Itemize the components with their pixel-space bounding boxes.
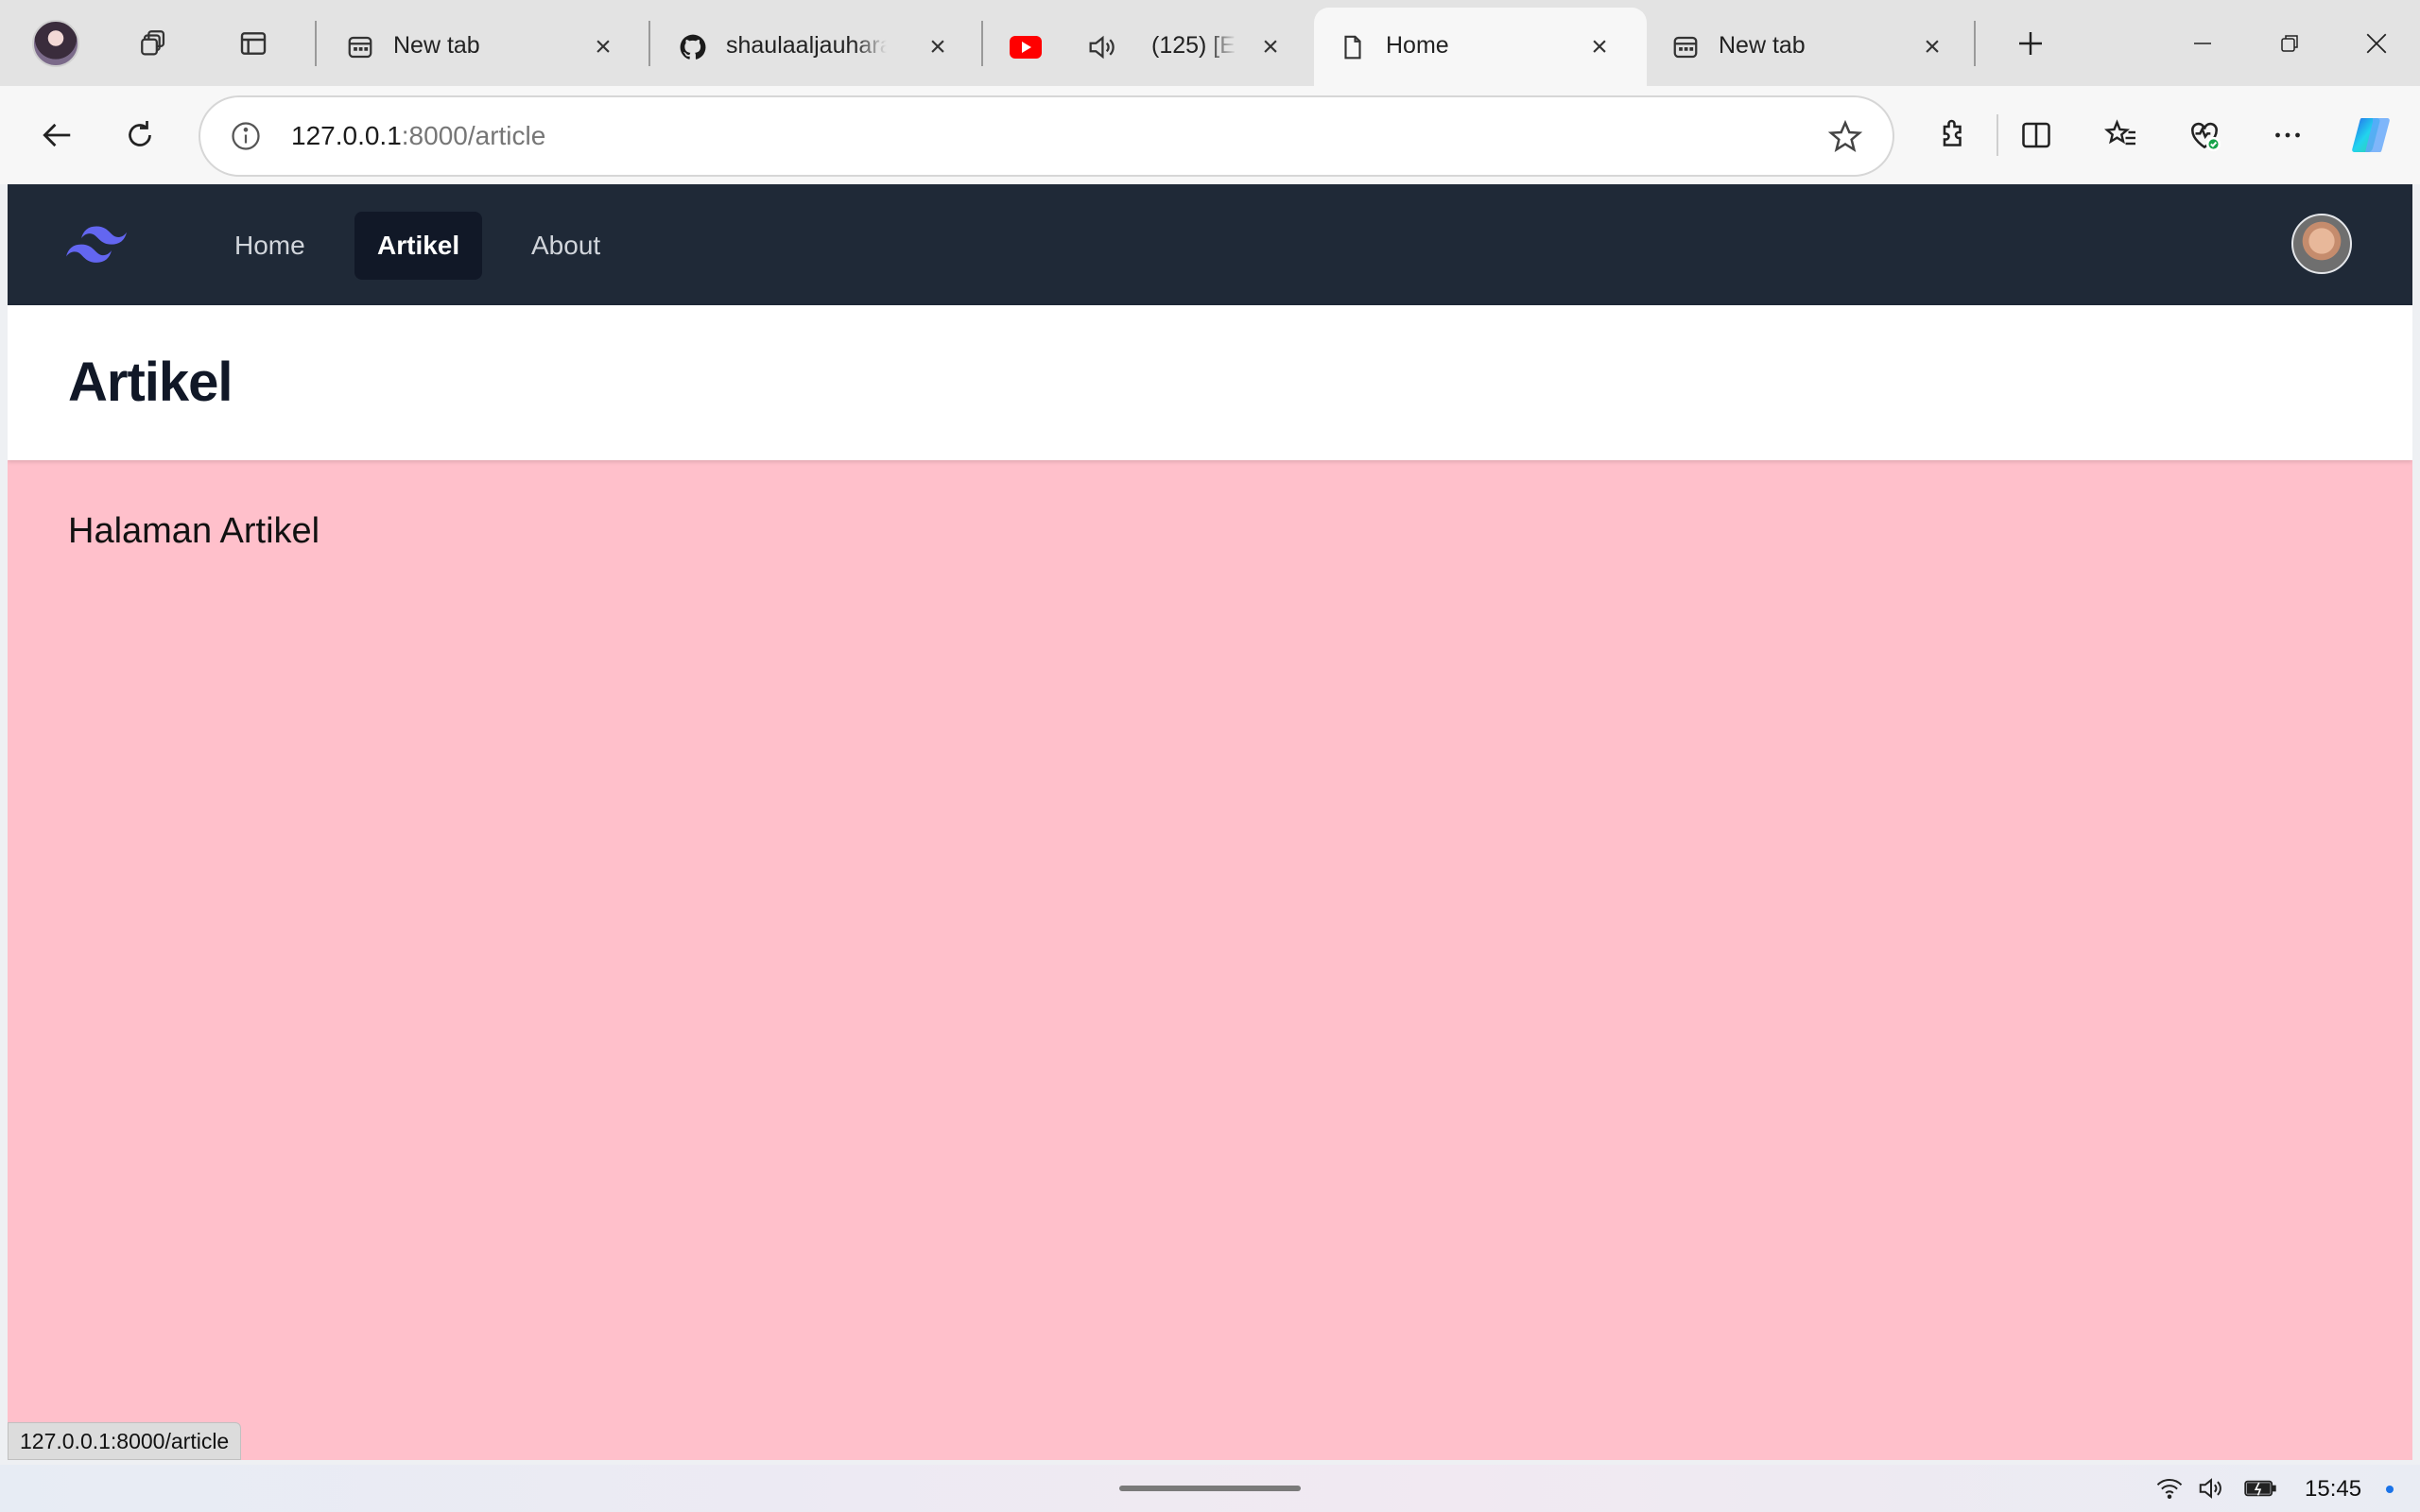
split-screen-icon[interactable]	[2014, 112, 2059, 158]
tab-label: (125) [E	[1151, 32, 1236, 59]
page-viewport: Home Artikel About Artikel Halaman Artik…	[8, 184, 2412, 1460]
vertical-tabs-icon[interactable]	[234, 25, 272, 62]
browser-toolbar: 127.0.0.1:8000/article	[0, 86, 2420, 184]
refresh-icon[interactable]	[117, 112, 163, 158]
browser-essentials-icon[interactable]	[2182, 112, 2227, 158]
tab-separator	[315, 21, 317, 66]
new-tab-page-icon	[344, 31, 376, 63]
extensions-icon[interactable]	[1930, 112, 1976, 158]
wifi-icon[interactable]	[2153, 1473, 2186, 1503]
tab-github[interactable]: shaulaaljauhara ×	[654, 8, 976, 86]
new-tab-page-icon	[1669, 31, 1702, 63]
taskbar-handle[interactable]	[1119, 1486, 1301, 1491]
copilot-icon[interactable]	[2348, 112, 2394, 158]
youtube-icon	[1010, 31, 1042, 63]
tailwind-logo-icon[interactable]	[66, 222, 127, 267]
link-status-bar: 127.0.0.1:8000/article	[8, 1422, 242, 1460]
url-text[interactable]: 127.0.0.1:8000/article	[291, 121, 545, 151]
restore-icon[interactable]	[2267, 21, 2312, 66]
tab-label: shaulaaljauhara	[726, 32, 887, 59]
nav-link-artikel[interactable]: Artikel	[354, 212, 483, 280]
os-taskbar: 15:45	[0, 1465, 2420, 1512]
tab-separator	[648, 21, 650, 66]
workspaces-icon[interactable]	[135, 25, 173, 62]
github-icon	[677, 31, 709, 63]
browser-profile-avatar[interactable]	[32, 20, 79, 67]
close-tab-icon[interactable]: ×	[921, 30, 955, 64]
volume-icon[interactable]	[2195, 1473, 2227, 1503]
page-title: Artikel	[68, 352, 233, 413]
notification-dot[interactable]	[2386, 1486, 2394, 1493]
tab-label: New tab	[393, 32, 480, 59]
site-info-icon[interactable]	[229, 119, 263, 153]
site-navbar: Home Artikel About	[8, 184, 2412, 305]
close-tab-icon[interactable]: ×	[586, 30, 620, 64]
speaker-icon[interactable]	[1085, 31, 1117, 63]
tab-separator	[981, 21, 983, 66]
tab-label: Home	[1386, 32, 1449, 59]
minimize-icon[interactable]	[2180, 21, 2225, 66]
taskbar-clock[interactable]: 15:45	[2305, 1476, 2361, 1503]
toolbar-separator	[1996, 114, 1998, 156]
battery-icon[interactable]	[2244, 1473, 2276, 1503]
user-avatar[interactable]	[2291, 214, 2352, 274]
close-tab-icon[interactable]: ×	[1582, 30, 1616, 64]
url-path: :8000/article	[401, 121, 546, 150]
page-header: Artikel	[8, 305, 2412, 460]
address-bar[interactable]: 127.0.0.1:8000/article	[199, 95, 1894, 177]
main-content-text: Halaman Artikel	[68, 511, 320, 551]
url-host: 127.0.0.1	[291, 121, 402, 150]
back-arrow-icon[interactable]	[34, 112, 79, 158]
tab-youtube[interactable]: (125) [E ×	[987, 8, 1308, 86]
nav-link-home[interactable]: Home	[212, 212, 328, 280]
tab-strip: New tab × shaulaaljauhara × (125) [E × H…	[0, 0, 2420, 86]
tab-label: New tab	[1719, 32, 1806, 59]
more-menu-icon[interactable]	[2265, 112, 2310, 158]
tab-new-tab-2[interactable]: New tab ×	[1647, 8, 1968, 86]
nav-link-about[interactable]: About	[509, 212, 623, 280]
tab-home[interactable]: Home ×	[1314, 8, 1647, 86]
document-icon	[1337, 31, 1369, 63]
close-tab-icon[interactable]: ×	[1253, 30, 1288, 64]
favorite-star-icon[interactable]	[1826, 118, 1864, 156]
favorites-icon[interactable]	[2099, 112, 2144, 158]
tab-new-tab-1[interactable]: New tab ×	[321, 8, 643, 86]
tab-separator	[1974, 21, 1976, 66]
close-window-icon[interactable]	[2354, 21, 2399, 66]
close-tab-icon[interactable]: ×	[1915, 30, 1949, 64]
new-tab-plus-icon[interactable]	[2008, 21, 2053, 66]
